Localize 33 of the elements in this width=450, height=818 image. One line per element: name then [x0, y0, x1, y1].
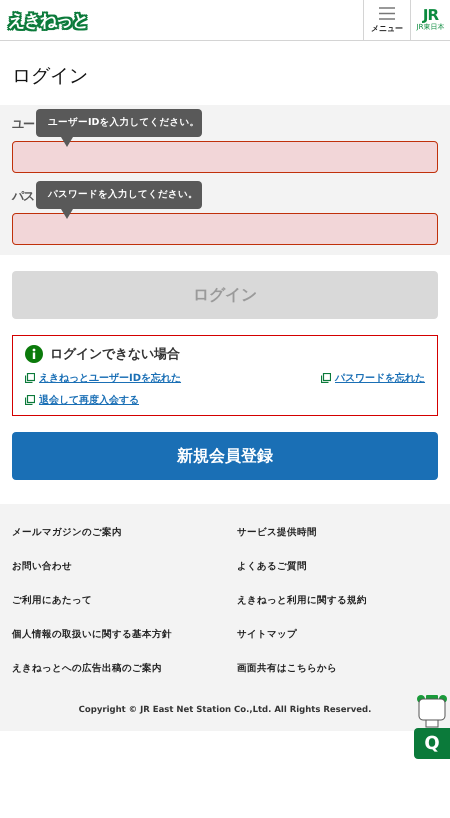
- tooltip-arrow-icon: [61, 137, 73, 147]
- footer-link[interactable]: えきねっと利用に関する規約: [237, 594, 438, 607]
- logo[interactable]: えきねっと: [0, 0, 363, 40]
- field-label: パス: [12, 188, 34, 205]
- page-title: ログイン: [11, 64, 89, 89]
- tooltip: ユーザーIDを入力してください。: [36, 109, 202, 137]
- footer-link[interactable]: 画面共有はこちらから: [237, 662, 438, 675]
- footer-link[interactable]: メールマガジンのご案内: [12, 526, 237, 539]
- footer-link[interactable]: お問い合わせ: [12, 560, 237, 573]
- help-link[interactable]: パスワードを忘れた: [321, 371, 425, 385]
- register-button[interactable]: 新規会員登録: [12, 432, 438, 480]
- footer-link[interactable]: ご利用にあたって: [12, 594, 237, 607]
- footer-link[interactable]: えきねっとへの広告出稿のご案内: [12, 662, 237, 675]
- help-link[interactable]: えきねっとユーザーIDを忘れた: [25, 371, 182, 385]
- tooltip-arrow-icon: [61, 209, 73, 219]
- tooltip: パスワードを入力してください。: [36, 181, 202, 209]
- footer-link[interactable]: 個人情報の取扱いに関する基本方針: [12, 628, 237, 641]
- help-title: ログインできない場合: [50, 346, 180, 363]
- menu-icon: [379, 6, 395, 20]
- brand-mark: JR: [422, 8, 438, 24]
- copyright: Copyright © JR East Net Station Co.,Ltd. All Rights Reserved.: [78, 705, 372, 715]
- footer-link[interactable]: サイトマップ: [237, 628, 438, 641]
- help-link[interactable]: 退会して再度入会する: [25, 393, 139, 407]
- field-label: ユー: [12, 116, 34, 133]
- info-icon: [25, 345, 43, 363]
- window-icon: [321, 373, 331, 383]
- chat-button[interactable]: Q: [414, 728, 450, 759]
- footer-link[interactable]: よくあるご質問: [237, 560, 438, 573]
- footer-link[interactable]: サービス提供時間: [237, 526, 438, 539]
- window-icon: [25, 395, 35, 405]
- input-field[interactable]: [12, 213, 438, 245]
- window-icon: [25, 373, 35, 383]
- input-field[interactable]: [12, 141, 438, 173]
